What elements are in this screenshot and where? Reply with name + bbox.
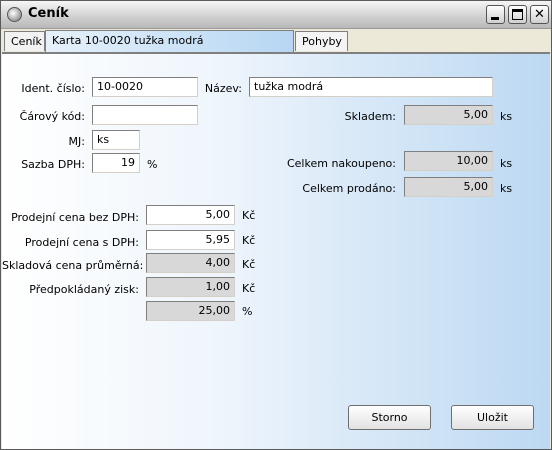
- skladova-cena-field: 4,00: [146, 253, 235, 273]
- cena-s-dph-unit: Kč: [242, 234, 256, 247]
- nazev-field[interactable]: tužka modrá: [249, 77, 493, 97]
- sazba-dph-label: Sazba DPH:: [21, 158, 85, 171]
- sazba-dph-field[interactable]: 19: [92, 153, 140, 173]
- tab-karta[interactable]: Karta 10-0020 tužka modrá: [45, 30, 294, 52]
- zisk-unit: Kč: [242, 282, 256, 295]
- skladem-field: 5,00: [404, 105, 493, 125]
- sazba-dph-unit: %: [147, 158, 158, 171]
- tab-pohyby[interactable]: Pohyby: [295, 31, 348, 51]
- detail-panel: Ident. číslo: 10-0020 Název: tužka modrá…: [2, 53, 550, 449]
- close-icon: ✕: [534, 7, 545, 22]
- window-title: Ceník: [28, 6, 69, 21]
- cena-bez-dph-field[interactable]: 5,00: [146, 205, 235, 225]
- prodano-label: Celkem prodáno:: [302, 182, 396, 195]
- ulozit-button[interactable]: Uložit: [451, 405, 534, 430]
- app-window: Ceník ✕ Ceník Karta 10-0020 tužka modrá …: [0, 0, 552, 450]
- skladem-label: Skladem:: [344, 110, 396, 123]
- mj-label: MJ:: [68, 135, 85, 148]
- prodano-field: 5,00: [404, 177, 493, 197]
- carovy-kod-field[interactable]: [92, 105, 198, 125]
- cena-s-dph-field[interactable]: 5,95: [146, 230, 235, 250]
- nakoupeno-label: Celkem nakoupeno:: [286, 157, 396, 170]
- nakoupeno-field: 10,00: [404, 151, 493, 171]
- cena-bez-dph-unit: Kč: [242, 209, 256, 222]
- tab-cenik[interactable]: Ceník: [4, 31, 45, 51]
- zisk-field: 1,00: [146, 277, 235, 297]
- mj-field[interactable]: ks: [92, 130, 140, 150]
- storno-button[interactable]: Storno: [348, 405, 431, 430]
- zisk-percent-unit: %: [242, 305, 253, 318]
- minimize-icon: [491, 17, 499, 20]
- prodano-unit: ks: [500, 182, 513, 195]
- carovy-kod-label: Čárový kód:: [19, 110, 85, 123]
- cena-s-dph-label: Prodejní cena s DPH:: [24, 236, 139, 249]
- skladem-unit: ks: [500, 110, 513, 123]
- nakoupeno-unit: ks: [500, 157, 513, 170]
- skladova-cena-label: Skladová cena průměrná:: [2, 259, 144, 272]
- ident-label: Ident. číslo:: [21, 82, 85, 95]
- title-bar[interactable]: Ceník ✕: [1, 1, 551, 29]
- zisk-label: Předpokládaný zisk:: [29, 283, 139, 296]
- close-button[interactable]: ✕: [530, 5, 549, 24]
- tab-strip: Ceník Karta 10-0020 tužka modrá Pohyby: [2, 29, 550, 53]
- zisk-percent-field: 25,00: [146, 301, 235, 321]
- app-icon: [7, 7, 22, 22]
- minimize-button[interactable]: [486, 5, 505, 24]
- nazev-label: Název:: [204, 82, 242, 95]
- maximize-button[interactable]: [508, 5, 527, 24]
- cena-bez-dph-label: Prodejní cena bez DPH:: [11, 211, 139, 224]
- maximize-icon: [512, 9, 523, 20]
- skladova-cena-unit: Kč: [242, 258, 256, 271]
